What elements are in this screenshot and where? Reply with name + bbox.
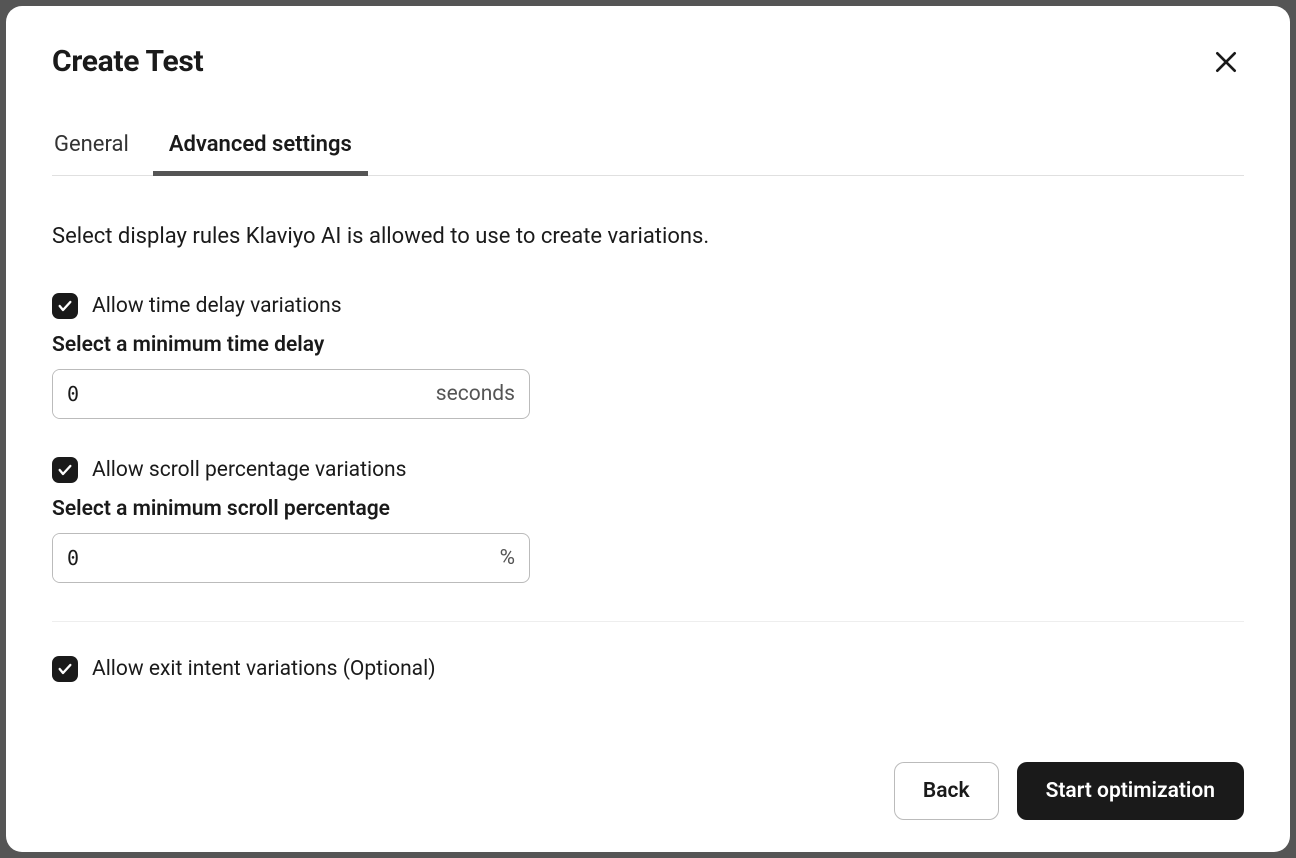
time-delay-checkbox[interactable] [52,293,78,319]
scroll-pct-field-label: Select a minimum scroll percentage [52,497,1244,521]
divider [52,621,1244,622]
time-delay-checkbox-row: Allow time delay variations [52,293,1244,319]
checkmark-icon [57,661,73,677]
scroll-pct-input-group: % [52,533,530,583]
checkmark-icon [57,298,73,314]
modal-title: Create Test [52,44,203,79]
tab-bar: General Advanced settings [52,120,1244,176]
time-delay-input[interactable] [53,370,422,418]
time-delay-checkbox-label: Allow time delay variations [92,294,342,318]
checkmark-icon [57,462,73,478]
time-delay-field-label: Select a minimum time delay [52,333,1244,357]
modal-footer: Back Start optimization [52,742,1244,820]
close-icon [1213,49,1239,75]
back-button[interactable]: Back [894,762,999,820]
modal-header: Create Test [52,44,1244,80]
time-delay-suffix: seconds [422,382,529,406]
scroll-pct-checkbox[interactable] [52,457,78,483]
intro-text: Select display rules Klaviyo AI is allow… [52,224,1244,249]
scroll-pct-input[interactable] [53,534,486,582]
tab-advanced-settings[interactable]: Advanced settings [167,120,354,175]
time-delay-input-group: seconds [52,369,530,419]
tab-general[interactable]: General [52,120,131,175]
close-button[interactable] [1208,44,1244,80]
modal-content: Select display rules Klaviyo AI is allow… [52,176,1244,742]
exit-intent-checkbox-label: Allow exit intent variations (Optional) [92,657,436,681]
create-test-modal: Create Test General Advanced settings Se… [6,6,1290,852]
scroll-pct-checkbox-row: Allow scroll percentage variations [52,457,1244,483]
start-optimization-button[interactable]: Start optimization [1017,762,1244,820]
scroll-pct-suffix: % [486,546,529,570]
exit-intent-checkbox-row: Allow exit intent variations (Optional) [52,656,1244,682]
scroll-pct-checkbox-label: Allow scroll percentage variations [92,458,407,482]
exit-intent-checkbox[interactable] [52,656,78,682]
